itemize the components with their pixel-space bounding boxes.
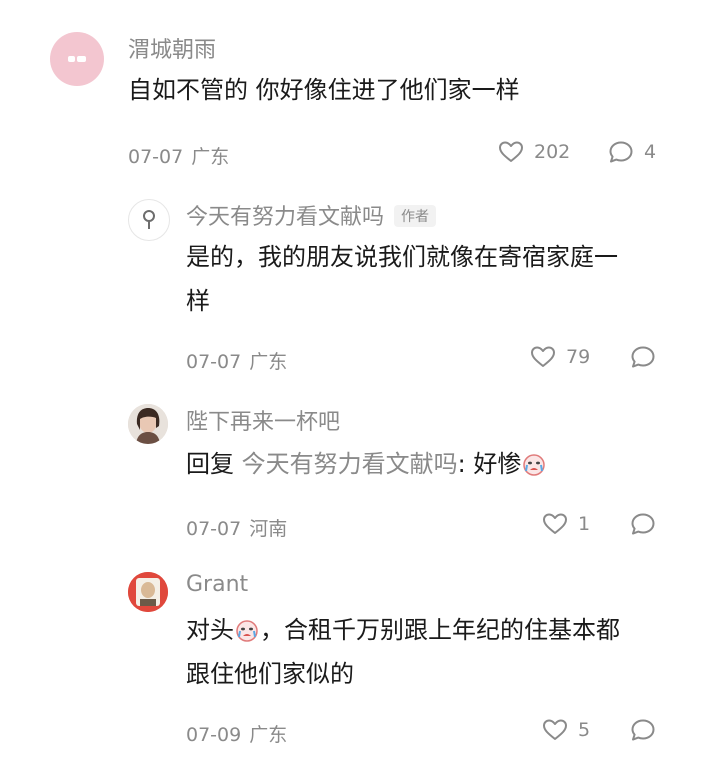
comment-meta: 07-09 广东 bbox=[186, 720, 287, 747]
comment-meta: 07-07 广东 bbox=[186, 347, 287, 374]
comment-bubble-icon bbox=[630, 512, 656, 536]
reply-button[interactable] bbox=[630, 718, 656, 742]
comment-text-line-1: 是的，我的朋友说我们就像在寄宿家庭一 bbox=[186, 243, 618, 271]
avatar[interactable] bbox=[50, 32, 104, 86]
author-badge: 作者 bbox=[394, 205, 437, 227]
comment-meta: 07-07 广东 bbox=[128, 142, 229, 169]
comment-text-line-2: 样 bbox=[186, 287, 210, 315]
comment-text-part: 对头 bbox=[186, 616, 234, 644]
heart-icon bbox=[542, 718, 568, 742]
comment-item-2: 今天有努力看文献吗 作者 是的，我的朋友说我们就像在寄宿家庭一 样 07-07 广东… bbox=[0, 185, 702, 390]
comment-text: 回复 今天有努力看文献吗: 好惨 bbox=[186, 442, 547, 486]
avatar[interactable] bbox=[128, 199, 170, 241]
like-count: 1 bbox=[578, 513, 591, 535]
heart-icon bbox=[542, 512, 568, 536]
crying-emoji-icon bbox=[234, 612, 260, 642]
like-count: 79 bbox=[566, 346, 591, 368]
avatar-image bbox=[68, 56, 86, 62]
like-button[interactable]: 202 bbox=[498, 140, 570, 164]
heart-icon bbox=[530, 345, 556, 369]
comment-date: 07-07 bbox=[128, 146, 184, 168]
comment-region: 广东 bbox=[249, 351, 288, 373]
comment-text: 是的，我的朋友说我们就像在寄宿家庭一 样 bbox=[186, 235, 618, 323]
like-button[interactable]: 5 bbox=[542, 718, 590, 742]
avatar[interactable] bbox=[128, 404, 168, 444]
comment-text-line-2: 跟住他们家似的 bbox=[186, 660, 354, 688]
avatar-image bbox=[128, 572, 168, 612]
comment-text-line-1: 对头 ，合租千万别跟上年纪的住基本都 bbox=[186, 608, 620, 652]
comment-region: 广东 bbox=[249, 724, 288, 746]
comment-item-3: 陛下再来一杯吧 回复 今天有努力看文献吗: 好惨 07-07 河南 1 bbox=[0, 390, 702, 560]
commenter-name: 今天有努力看文献吗 作者 bbox=[186, 199, 437, 231]
reply-prefix: 回复 bbox=[186, 450, 242, 478]
comment-text-part: ，合租千万别跟上年纪的住基本都 bbox=[260, 616, 620, 644]
comment-region: 广东 bbox=[191, 146, 230, 168]
reply-button[interactable] bbox=[630, 512, 656, 536]
comment-date: 07-07 bbox=[186, 351, 242, 373]
reply-text: : 好惨 bbox=[457, 450, 522, 478]
reply-count: 4 bbox=[644, 141, 657, 163]
reply-button[interactable]: 4 bbox=[608, 140, 656, 164]
comment-bubble-icon bbox=[630, 718, 656, 742]
commenter-name[interactable]: 陛下再来一杯吧 bbox=[186, 404, 340, 436]
like-button[interactable]: 1 bbox=[542, 512, 590, 536]
avatar-image bbox=[128, 404, 168, 444]
reply-button[interactable] bbox=[630, 345, 656, 369]
like-button[interactable]: 79 bbox=[530, 345, 590, 369]
commenter-name[interactable]: Grant bbox=[186, 572, 248, 597]
commenter-name[interactable]: 渭城朝雨 bbox=[128, 32, 216, 64]
avatar[interactable] bbox=[128, 572, 168, 612]
comment-text: 对头 ，合租千万别跟上年纪的住基本都 跟住他们家似的 bbox=[186, 608, 620, 696]
commenter-name-text[interactable]: 今天有努力看文献吗 bbox=[186, 205, 384, 230]
comment-bubble-icon bbox=[630, 345, 656, 369]
pin-icon bbox=[143, 210, 155, 229]
like-count: 202 bbox=[534, 141, 571, 163]
crying-emoji-icon bbox=[521, 446, 547, 476]
comment-item-1: 渭城朝雨 自如不管的 你好像住进了他们家一样 07-07 广东 202 4 bbox=[0, 0, 702, 185]
comment-bubble-icon bbox=[608, 140, 634, 164]
comment-date: 07-09 bbox=[186, 724, 242, 746]
comment-text: 自如不管的 你好像住进了他们家一样 bbox=[128, 76, 520, 104]
comment-region: 河南 bbox=[249, 518, 288, 540]
comment-meta: 07-07 河南 bbox=[186, 514, 287, 541]
comment-item-4: Grant 对头 ，合租千万别跟上年纪的住基本都 跟住他们家似的 07-09 广东 … bbox=[0, 560, 702, 760]
reply-target-link[interactable]: 今天有努力看文献吗 bbox=[242, 450, 458, 478]
heart-icon bbox=[498, 140, 524, 164]
comment-date: 07-07 bbox=[186, 518, 242, 540]
like-count: 5 bbox=[578, 719, 591, 741]
